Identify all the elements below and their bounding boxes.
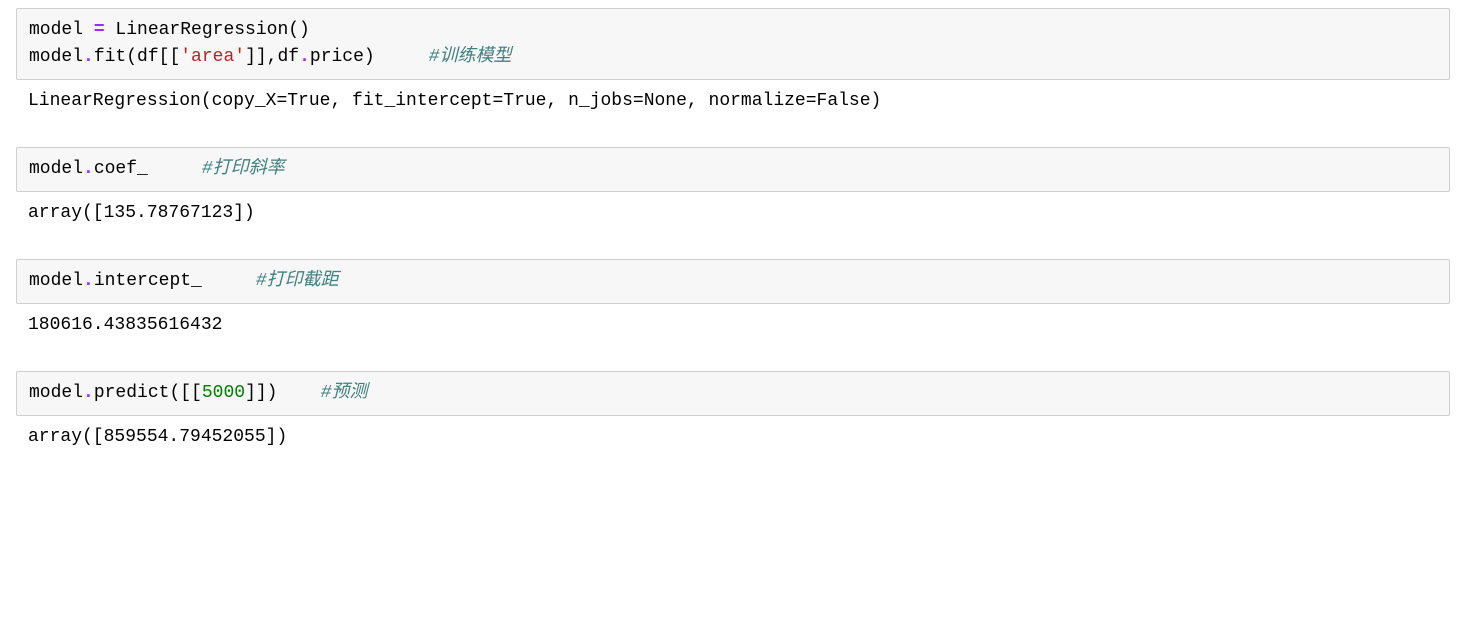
code-token: . xyxy=(299,47,310,67)
code-token: model xyxy=(29,20,94,40)
cell-spacer xyxy=(0,351,1458,371)
code-comment: #预测 xyxy=(321,383,368,403)
code-comment: #打印截距 xyxy=(256,271,339,291)
code-token: . xyxy=(83,47,94,67)
code-token: model xyxy=(29,159,83,179)
notebook-cell: model.predict([[5000]]) #预测 array([85955… xyxy=(0,371,1458,459)
code-token: . xyxy=(83,159,94,179)
cell-spacer xyxy=(0,239,1458,259)
code-input[interactable]: model = LinearRegression() model.fit(df[… xyxy=(16,8,1450,80)
code-token: ]],df xyxy=(245,47,299,67)
code-token: LinearRegression() xyxy=(105,20,310,40)
code-token: = xyxy=(94,20,105,40)
cell-spacer xyxy=(0,127,1458,147)
code-input[interactable]: model.coef_ #打印斜率 xyxy=(16,147,1450,192)
code-comment: #打印斜率 xyxy=(202,159,285,179)
code-token: model xyxy=(29,383,83,403)
code-token: price) xyxy=(310,47,429,67)
code-token: intercept_ xyxy=(94,271,256,291)
code-comment: #训练模型 xyxy=(429,47,512,67)
code-token: ]]) xyxy=(245,383,321,403)
code-token: 5000 xyxy=(202,383,245,403)
code-output: 180616.43835616432 xyxy=(16,304,1450,347)
code-token: 'area' xyxy=(180,47,245,67)
code-token: . xyxy=(83,271,94,291)
code-token: fit(df[[ xyxy=(94,47,180,67)
code-output: array([135.78767123]) xyxy=(16,192,1450,235)
code-input[interactable]: model.intercept_ #打印截距 xyxy=(16,259,1450,304)
code-input[interactable]: model.predict([[5000]]) #预测 xyxy=(16,371,1450,416)
notebook-cell: model.intercept_ #打印截距 180616.4383561643… xyxy=(0,259,1458,347)
code-token: . xyxy=(83,383,94,403)
code-token: coef_ xyxy=(94,159,202,179)
notebook-cell: model = LinearRegression() model.fit(df[… xyxy=(0,8,1458,123)
notebook-cell: model.coef_ #打印斜率 array([135.78767123]) xyxy=(0,147,1458,235)
code-token: predict([[ xyxy=(94,383,202,403)
code-token: model xyxy=(29,271,83,291)
code-output: array([859554.79452055]) xyxy=(16,416,1450,459)
code-token: model xyxy=(29,47,83,67)
code-output: LinearRegression(copy_X=True, fit_interc… xyxy=(16,80,1450,123)
